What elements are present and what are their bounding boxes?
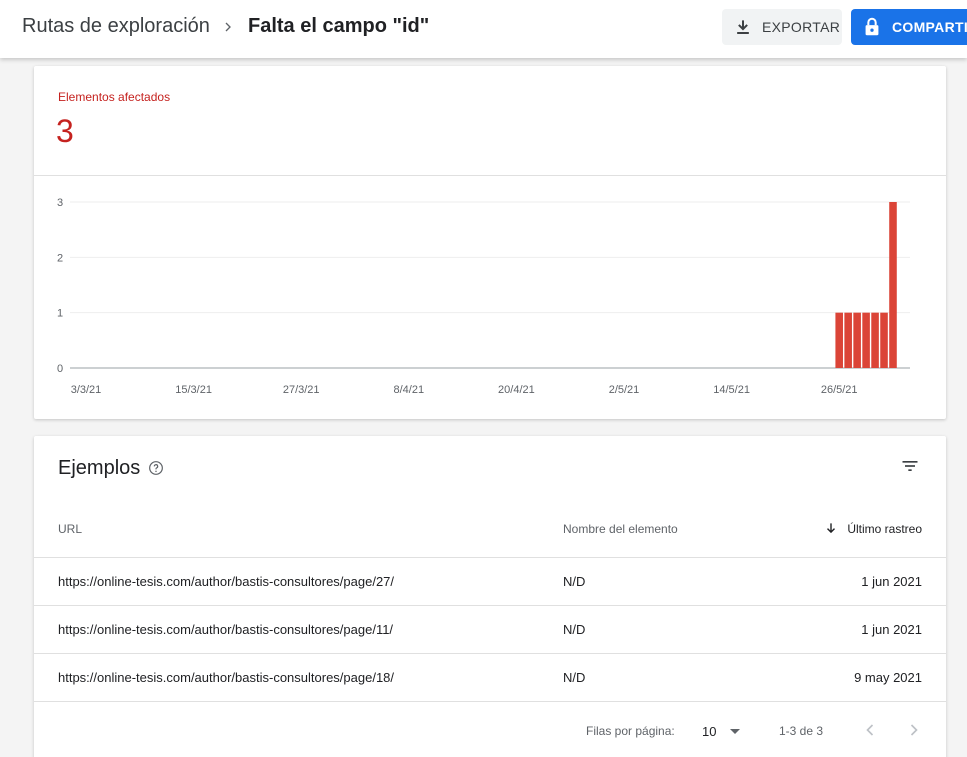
x-tick-label: 15/3/21 bbox=[175, 384, 212, 396]
bar bbox=[853, 312, 861, 368]
y-tick-label: 3 bbox=[57, 197, 63, 209]
y-tick-label: 2 bbox=[57, 252, 63, 264]
chevron-left-icon[interactable] bbox=[860, 720, 880, 740]
examples-title: Ejemplos bbox=[58, 457, 141, 479]
row-last-crawl: 1 jun 2021 bbox=[861, 574, 922, 589]
download-icon bbox=[737, 20, 749, 34]
caret-down-icon[interactable] bbox=[728, 726, 742, 738]
page-title: Falta el campo "id" bbox=[248, 15, 430, 37]
help-icon[interactable] bbox=[148, 460, 164, 476]
export-button-label: EXPORTAR bbox=[762, 19, 841, 35]
chevron-right-icon[interactable] bbox=[904, 720, 924, 740]
bar bbox=[844, 312, 852, 368]
row-item-name: N/D bbox=[563, 574, 586, 589]
x-tick-label: 26/5/21 bbox=[821, 384, 858, 396]
divider bbox=[34, 701, 946, 702]
x-tick-label: 8/4/21 bbox=[394, 384, 425, 396]
x-tick-label: 27/3/21 bbox=[283, 384, 320, 396]
chevron-right-icon bbox=[225, 22, 231, 32]
x-tick-label: 3/3/21 bbox=[71, 384, 102, 396]
bar bbox=[862, 312, 870, 368]
affected-items-label: Elementos afectados bbox=[58, 90, 171, 104]
bar bbox=[889, 202, 897, 368]
lock-icon bbox=[865, 17, 879, 36]
filter-icon[interactable] bbox=[900, 456, 920, 476]
row-item-name: N/D bbox=[563, 670, 586, 685]
rows-per-page-label: Filas por página: bbox=[586, 724, 675, 738]
rows-per-page-select[interactable]: 10 bbox=[702, 724, 716, 739]
row-last-crawl: 9 may 2021 bbox=[854, 670, 922, 685]
row-item-name: N/D bbox=[563, 622, 586, 637]
share-button-label: COMPARTIR bbox=[892, 19, 967, 35]
table-row[interactable]: https://online-tesis.com/author/bastis-c… bbox=[34, 653, 946, 701]
column-header-name[interactable]: Nombre del elemento bbox=[563, 522, 678, 536]
bar bbox=[880, 312, 888, 368]
row-last-crawl: 1 jun 2021 bbox=[861, 622, 922, 637]
arrow-down-icon[interactable] bbox=[824, 521, 838, 535]
breadcrumb-parent[interactable]: Rutas de exploración bbox=[22, 15, 210, 38]
bar bbox=[871, 312, 879, 368]
affected-items-chart: 0 1 2 3 3/3/21 15/3/21 27/3/21 8/4/21 20/4/21 2/5… bbox=[57, 197, 910, 396]
table-row[interactable]: https://online-tesis.com/author/bastis-c… bbox=[34, 557, 946, 605]
column-header-last-crawl[interactable]: Último rastreo bbox=[847, 522, 922, 536]
row-url[interactable]: https://online-tesis.com/author/bastis-c… bbox=[58, 622, 393, 637]
row-url[interactable]: https://online-tesis.com/author/bastis-c… bbox=[58, 670, 394, 685]
x-tick-label: 14/5/21 bbox=[713, 384, 750, 396]
bar bbox=[835, 312, 843, 368]
column-header-url[interactable]: URL bbox=[58, 522, 82, 536]
examples-card: Ejemplos URL Nombre del elemento Último … bbox=[34, 436, 946, 757]
top-bar: Rutas de exploración Falta el campo "id"… bbox=[0, 0, 967, 58]
share-button[interactable]: COMPARTIR bbox=[851, 9, 967, 45]
affected-items-card: Elementos afectados 3 0 1 2 3 3/3/21 15/3/21 2… bbox=[34, 66, 946, 419]
row-url[interactable]: https://online-tesis.com/author/bastis-c… bbox=[58, 574, 394, 589]
pagination-range: 1-3 de 3 bbox=[779, 724, 824, 738]
table-row[interactable]: https://online-tesis.com/author/bastis-c… bbox=[34, 605, 946, 653]
affected-items-count: 3 bbox=[56, 113, 74, 149]
x-tick-label: 2/5/21 bbox=[609, 384, 640, 396]
y-tick-label: 1 bbox=[57, 308, 63, 320]
export-button[interactable]: EXPORTAR bbox=[722, 9, 842, 45]
y-tick-label: 0 bbox=[57, 363, 63, 375]
x-tick-label: 20/4/21 bbox=[498, 384, 535, 396]
